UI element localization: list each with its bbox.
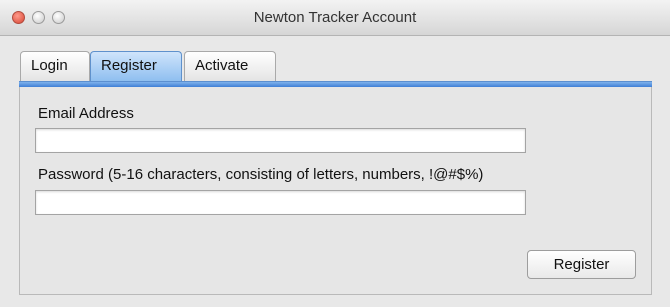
- password-field[interactable]: [35, 190, 526, 215]
- register-button[interactable]: Register: [527, 250, 636, 279]
- window-title: Newton Tracker Account: [253, 9, 417, 26]
- tab-activate[interactable]: Activate: [184, 51, 276, 81]
- tab-register[interactable]: Register: [90, 51, 182, 81]
- email-field[interactable]: [35, 128, 526, 153]
- email-label: Email Address: [38, 105, 134, 122]
- app-window: Newton Tracker Account Login Register Ac…: [0, 0, 670, 307]
- password-label: Password (5-16 characters, consisting of…: [38, 166, 484, 183]
- tab-login[interactable]: Login: [20, 51, 90, 81]
- tab-panel-accent-bar: [19, 81, 652, 87]
- title-bar: Newton Tracker Account: [0, 0, 670, 36]
